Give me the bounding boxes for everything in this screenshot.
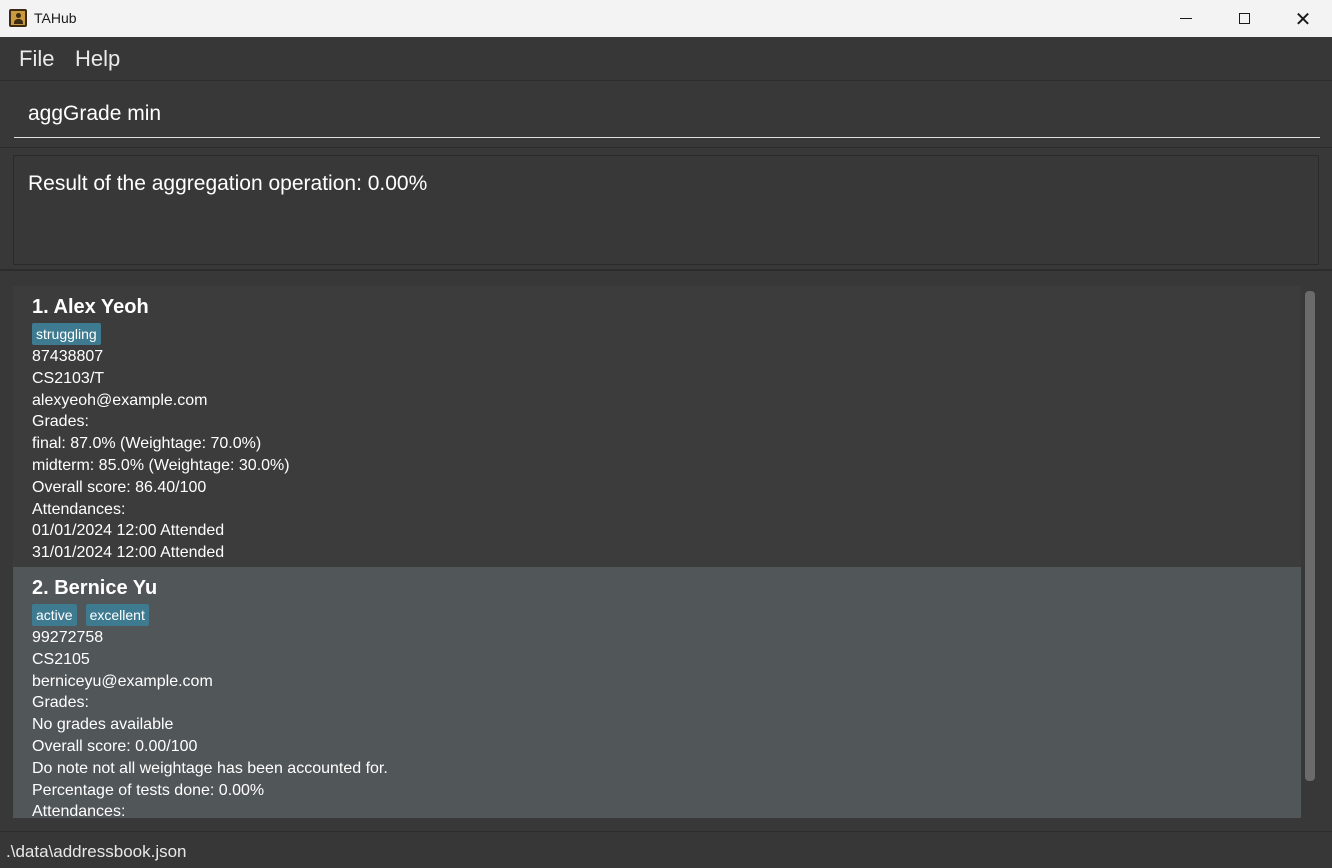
course: CS2103/T (32, 369, 105, 387)
attendance-entry: 31/01/2024 12:00 Attended (32, 544, 225, 562)
result-box: Result of the aggregation operation: 0.0… (13, 155, 1319, 265)
command-input[interactable] (14, 90, 1320, 138)
tag: excellent (85, 604, 149, 626)
overall-score: Overall score: 86.40/100 (32, 478, 207, 496)
maximize-button[interactable] (1215, 0, 1273, 37)
person-card[interactable]: 1. Alex Yeoh struggling 87438807 CS2103/… (13, 286, 1301, 567)
overall-score: Overall score: 0.00/100 (32, 737, 198, 755)
person-name: 1. Alex Yeoh (32, 296, 149, 318)
grade-entry: No grades available (32, 716, 174, 734)
scrollbar-thumb[interactable] (1305, 291, 1315, 781)
tests-done: Percentage of tests done: 0.00% (32, 781, 265, 799)
person-list[interactable]: 1. Alex Yeoh struggling 87438807 CS2103/… (13, 286, 1301, 818)
person-details: 87438807 CS2103/T alexyeoh@example.com G… (32, 346, 290, 564)
weightage-note: Do note not all weightage has been accou… (32, 759, 388, 777)
title-bar: TAHub ✕ (0, 0, 1332, 37)
menu-help[interactable]: Help (75, 46, 120, 72)
attendances-heading: Attendances: (32, 500, 126, 518)
person-card-selected[interactable]: 2. Bernice Yu active excellent 99272758 … (13, 567, 1301, 818)
scrollbar[interactable] (1302, 286, 1318, 818)
person-details: 99272758 CS2105 berniceyu@example.com Gr… (32, 627, 388, 818)
grade-entry: midterm: 85.0% (Weightage: 30.0%) (32, 456, 290, 474)
address-book-icon (9, 9, 27, 27)
attendances-heading: Attendances: (32, 803, 126, 818)
tag-list: struggling (32, 323, 101, 345)
minimize-icon (1180, 18, 1192, 19)
close-icon: ✕ (1294, 6, 1312, 31)
maximize-icon (1238, 13, 1250, 24)
status-bar: .\data\addressbook.json (0, 831, 1332, 868)
person-name: 2. Bernice Yu (32, 577, 158, 599)
result-display: Result of the aggregation operation: 0.0… (0, 149, 1332, 271)
minimize-button[interactable] (1157, 0, 1215, 37)
save-location: .\data\addressbook.json (6, 842, 187, 861)
email: berniceyu@example.com (32, 672, 213, 690)
attendance-entry: 01/01/2024 12:00 Attended (32, 522, 225, 540)
grade-entry: final: 87.0% (Weightage: 70.0%) (32, 435, 262, 453)
result-text: Result of the aggregation operation: 0.0… (28, 172, 428, 195)
grades-heading: Grades: (32, 694, 89, 712)
window-title: TAHub (34, 10, 77, 26)
menu-bar: File Help (0, 37, 1332, 81)
course: CS2105 (32, 650, 90, 668)
tag: struggling (32, 323, 101, 345)
grades-heading: Grades: (32, 413, 89, 431)
command-box (0, 82, 1332, 148)
person-list-panel: 1. Alex Yeoh struggling 87438807 CS2103/… (0, 273, 1332, 831)
menu-file[interactable]: File (19, 46, 54, 72)
phone: 99272758 (32, 629, 104, 646)
tag-list: active excellent (32, 604, 149, 626)
email: alexyeoh@example.com (32, 391, 208, 409)
tag: active (32, 604, 77, 626)
close-button[interactable]: ✕ (1274, 0, 1332, 37)
phone: 87438807 (32, 348, 104, 365)
